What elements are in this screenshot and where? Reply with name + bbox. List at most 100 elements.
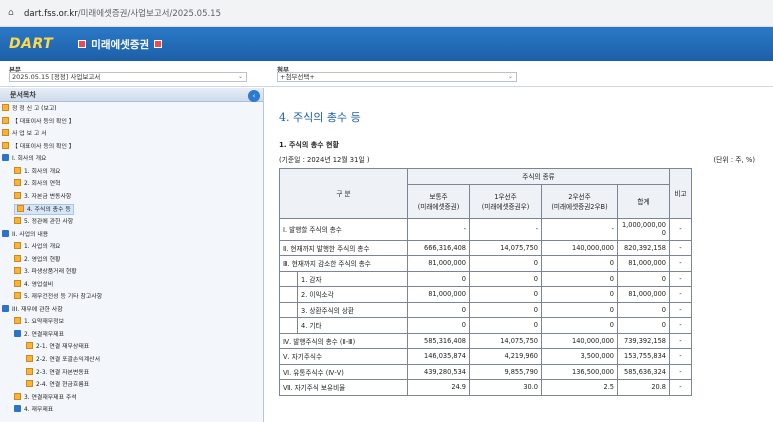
toc-item-label: 2-2. 연결 포괄손익계산서: [36, 357, 101, 363]
note-cell: -: [669, 317, 692, 334]
toc-item[interactable]: 3. 연결재무제표 주석: [14, 392, 77, 404]
chevron-down-icon: ⌄: [507, 73, 513, 80]
toc-item-label: 2-1. 연결 재무상태표: [36, 344, 90, 351]
value-cell: 81,000,000: [407, 286, 470, 303]
site-info-icon[interactable]: ⌂: [8, 8, 18, 18]
toc-item-label: 1. 사업의 개요: [24, 244, 61, 251]
value-cell: 14,075,750: [469, 239, 542, 256]
value-cell: 0: [469, 301, 542, 318]
toc-header: 문서목차: [0, 88, 263, 102]
toc-item[interactable]: 4. 영업설비: [14, 279, 53, 291]
value-cell: 0: [407, 317, 470, 334]
doc-icon: [14, 292, 21, 300]
note-cell: -: [669, 270, 692, 287]
toc-item[interactable]: II. 사업의 내용: [2, 229, 48, 241]
table-row: Ⅰ. 발행할 주식의 총수 - - -1,000,000,00 0-: [279, 217, 692, 241]
toc-item[interactable]: 5. 정관에 관한 사항: [14, 216, 73, 228]
company-marker-icon-right: [154, 40, 163, 48]
toc-item[interactable]: 2-1. 연결 재무상태표: [26, 342, 89, 353]
value-cell: 0: [541, 301, 618, 318]
toc-item[interactable]: 정 정 신 고 (보고): [2, 104, 57, 115]
document-pane: 4. 주식의 총수 등 1. 주식의 총수 현황 (기준일 : 2024년 12…: [266, 88, 773, 422]
folder-icon: [14, 329, 21, 337]
value-line-1: 1,000,000,00: [621, 221, 666, 229]
value-cell: 14,075,750: [469, 332, 542, 349]
doc-icon: [14, 254, 21, 262]
toc-item-label: 3. 연결재무제표 주석: [24, 394, 77, 401]
row-label: Ⅴ. 자기주식수: [279, 348, 408, 365]
table-row: Ⅶ. 자기주식 보유비율 24.9 30.0 2.5 20.8-: [279, 379, 692, 396]
row-label: Ⅰ. 발행할 주식의 총수: [279, 217, 408, 241]
address-bar[interactable]: ⌂ dart.fss.or.kr/미래에셋증권/사업보고서/2025.05.15: [0, 0, 773, 27]
note-cell: -: [669, 217, 692, 241]
indent-cell: [279, 301, 298, 318]
toc-item[interactable]: III. 재무에 관한 사항: [2, 304, 63, 316]
company-marker-icon: [78, 40, 87, 48]
value-cell: 81,000,000: [407, 255, 470, 272]
company-name: 미래에셋증권: [73, 37, 167, 52]
toc-item[interactable]: I. 회사의 개요: [2, 154, 46, 165]
collapse-sidebar-button[interactable]: ‹: [248, 90, 260, 102]
toc-item-label: 3. 자본금 변동사항: [24, 193, 72, 200]
unit-label: (단위 : 주, %): [713, 156, 755, 164]
toc-item[interactable]: 4. 재무제표: [14, 405, 53, 416]
toc-item[interactable]: 2. 연결재무제표: [14, 329, 64, 341]
value-cell: 24.9: [407, 379, 470, 396]
value-cell: 585,636,324: [617, 363, 670, 380]
note-cell: -: [669, 363, 692, 380]
value-cell: 739,392,158: [617, 332, 670, 349]
toc-item[interactable]: 2-4. 연결 현금흐름표: [26, 380, 89, 391]
toc-item[interactable]: 3. 파생상품거래 현황: [14, 267, 77, 278]
report-select[interactable]: 2025.05.15 [정정] 사업보고서 ⌄: [9, 72, 247, 82]
value-cell: 20.8: [617, 379, 670, 396]
value-cell: 0: [617, 317, 670, 334]
table-row: 4. 기타 0 0 0 0-: [279, 317, 692, 334]
toc-item[interactable]: 3. 자본금 변동사항: [14, 191, 72, 203]
doc-icon: [26, 367, 33, 375]
company-name-text: 미래에셋증권: [91, 38, 150, 51]
table-row: Ⅴ. 자기주식수 146,035,874 4,219,960 3,500,000 153…: [279, 348, 692, 365]
header-stock-kind: 주식의 종류: [407, 168, 670, 185]
url-text[interactable]: dart.fss.or.kr/미래에셋증권/사업보고서/2025.05.15: [24, 7, 221, 19]
toc-item[interactable]: 사 업 보 고 서: [2, 129, 47, 140]
doc-icon: [14, 242, 21, 250]
toc-item[interactable]: 1. 사업의 개요: [14, 242, 60, 253]
note-cell: -: [669, 239, 692, 256]
row-label: 3. 상환주식의 상환: [297, 301, 408, 318]
toc-item-label: 4. 주식의 총수 등: [27, 207, 71, 214]
toc-item[interactable]: 1. 요약재무정보: [14, 317, 64, 328]
value-cell: 0: [407, 301, 470, 318]
page-title: 4. 주식의 총수 등: [279, 111, 361, 124]
note-cell: -: [669, 286, 692, 303]
toc-item[interactable]: 【 대표이사 등의 확인 】: [2, 141, 75, 153]
folder-icon: [2, 154, 9, 162]
toc-item[interactable]: 2-2. 연결 포괄손익계산서: [26, 355, 100, 366]
toc-item[interactable]: 4. 주식의 총수 등: [14, 204, 74, 216]
toc-item[interactable]: 【 대표이사 등의 확인 】: [2, 116, 75, 128]
value-cell: 140,000,000: [541, 239, 618, 256]
toc-item[interactable]: 2. 영업의 현황: [14, 254, 60, 266]
toc-item[interactable]: 2. 회사의 연혁: [14, 179, 60, 190]
dart-logo-text: DART: [9, 36, 54, 52]
note-cell: -: [669, 255, 692, 272]
toc-item[interactable]: 5. 재무건전성 등 기타 참고사항: [14, 292, 102, 303]
toc-item[interactable]: 1. 회사의 개요: [14, 166, 60, 178]
value-cell: -: [407, 217, 470, 241]
toc-item[interactable]: 2-3. 연결 자본변동표: [26, 367, 89, 379]
dart-logo[interactable]: DART: [9, 36, 53, 52]
doc-icon: [17, 205, 24, 213]
header-common-label: 보통주: [429, 193, 448, 201]
row-label: 2. 이익소각: [297, 286, 408, 303]
value-cell: -: [469, 217, 542, 241]
table-row: 1. 감자 0 0 0 0-: [279, 270, 692, 287]
attach-select[interactable]: +첨부선택+ ⌄: [277, 72, 517, 82]
value-cell: 0: [541, 255, 618, 272]
doc-icon: [2, 141, 9, 149]
value-cell: 666,316,408: [407, 239, 470, 256]
header-note: 비고: [669, 168, 692, 219]
report-select-value: 2025.05.15 [정정] 사업보고서: [12, 73, 101, 81]
value-cell: 140,000,000: [541, 332, 618, 349]
header-total: 합계: [617, 183, 670, 219]
value-cell: 820,392,158: [617, 239, 670, 256]
chevron-down-icon: ⌄: [237, 73, 243, 80]
